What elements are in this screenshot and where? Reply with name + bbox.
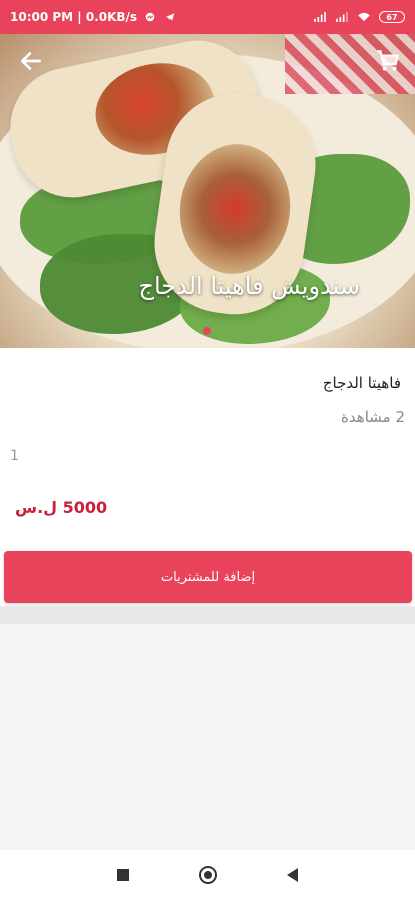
messenger-icon [145, 12, 155, 22]
product-details: فاهيتا الدجاج 2 مشاهدة 1 5000 ل.س إضافة … [0, 348, 415, 618]
quantity-field[interactable]: 1 [10, 448, 19, 464]
system-navigation-bar [0, 850, 415, 900]
back-arrow-icon[interactable] [18, 48, 44, 74]
battery-icon: 67 [379, 11, 405, 23]
product-price: 5000 ل.س [15, 498, 108, 517]
telegram-icon [165, 13, 175, 21]
status-bar: 10:00 PM | 0.0KB/s 67 [0, 0, 415, 34]
carousel-indicator[interactable] [203, 327, 211, 335]
product-name: فاهيتا الدجاج [322, 374, 401, 392]
cart-icon[interactable] [375, 48, 401, 74]
back-icon[interactable] [287, 868, 298, 882]
product-image[interactable]: سندويش فاهيتا الدجاج [0, 34, 415, 348]
signal-icon-2 [336, 12, 348, 22]
signal-icon [314, 12, 326, 22]
recent-apps-icon[interactable] [117, 869, 129, 881]
home-icon[interactable] [199, 866, 217, 884]
product-views: 2 مشاهدة [341, 408, 405, 426]
status-time: 10:00 PM | 0.0KB/s [10, 10, 138, 24]
wifi-icon [358, 12, 370, 22]
section-divider [0, 606, 415, 624]
add-to-cart-button[interactable]: إضافة للمشتريات [4, 551, 412, 603]
battery-level: 67 [386, 12, 398, 22]
product-image-title: سندويش فاهيتا الدجاج [138, 272, 360, 300]
